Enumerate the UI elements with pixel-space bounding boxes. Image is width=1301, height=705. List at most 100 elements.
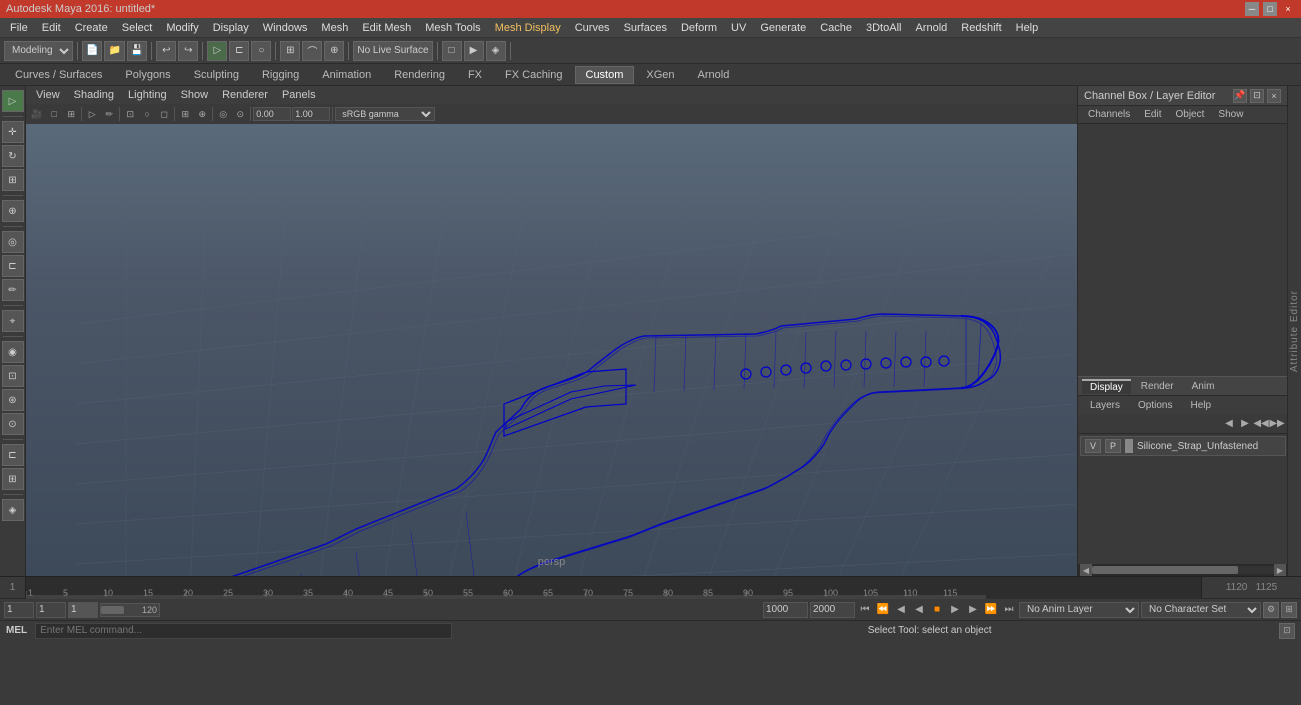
cb-tab-object[interactable]: Object xyxy=(1170,108,1211,121)
current-frame-display[interactable] xyxy=(68,602,98,618)
tab-arnold[interactable]: Arnold xyxy=(687,66,741,84)
tab-animation[interactable]: Animation xyxy=(311,66,382,84)
vp-xray-btn[interactable]: ◎ xyxy=(215,106,231,122)
menu-create[interactable]: Create xyxy=(69,21,114,35)
menu-display[interactable]: Display xyxy=(207,21,255,35)
layer-tab-options[interactable]: Options xyxy=(1130,399,1180,412)
camera-tools-btn[interactable]: ◉ xyxy=(2,341,24,363)
vp-menu-renderer[interactable]: Renderer xyxy=(216,88,274,102)
cb-close-btn[interactable]: × xyxy=(1267,89,1281,103)
command-input[interactable] xyxy=(35,623,452,639)
auto-key-btn[interactable]: ⚙ xyxy=(1263,602,1279,618)
disp-tab-render[interactable]: Render xyxy=(1133,380,1182,393)
layer-prev-btn[interactable]: ◀ xyxy=(1222,417,1236,431)
move-tool-btn[interactable]: ✛ xyxy=(2,121,24,143)
layer-next-btn[interactable]: ▶ xyxy=(1238,417,1252,431)
render-region-btn[interactable]: □ xyxy=(442,41,462,61)
constraint-btn[interactable]: ⊞ xyxy=(2,468,24,490)
start-frame-input[interactable] xyxy=(4,602,34,618)
vp-paint-btn[interactable]: ✏ xyxy=(101,106,117,122)
menu-edit[interactable]: Edit xyxy=(36,21,67,35)
vp-menu-panels[interactable]: Panels xyxy=(276,88,322,102)
tab-fx[interactable]: FX xyxy=(457,66,493,84)
vp-menu-view[interactable]: View xyxy=(30,88,66,102)
scroll-left-btn[interactable]: ◀ xyxy=(1080,564,1092,576)
workspace-selector[interactable]: Modeling xyxy=(4,41,73,61)
tab-curves-surfaces[interactable]: Curves / Surfaces xyxy=(4,66,113,84)
vp-menu-lighting[interactable]: Lighting xyxy=(122,88,173,102)
layer-remove-btn[interactable]: ▶▶ xyxy=(1270,417,1284,431)
tab-sculpting[interactable]: Sculpting xyxy=(183,66,250,84)
vp-smooth-btn[interactable]: ○ xyxy=(139,106,155,122)
lasso-btn[interactable]: ⊏ xyxy=(229,41,249,61)
viewport-area[interactable]: View Shading Lighting Show Renderer Pane… xyxy=(26,86,1077,576)
layer-tab-layers[interactable]: Layers xyxy=(1082,399,1128,412)
scroll-thumb[interactable] xyxy=(1092,566,1238,574)
vp-resolution-btn[interactable]: ⊞ xyxy=(63,106,79,122)
close-button[interactable]: × xyxy=(1281,2,1295,16)
maximize-button[interactable]: □ xyxy=(1263,2,1277,16)
frame-input-1[interactable] xyxy=(253,107,291,121)
tab-fx-caching[interactable]: FX Caching xyxy=(494,66,573,84)
end-value-input[interactable] xyxy=(810,602,855,618)
vp-wireframe-btn[interactable]: ⊡ xyxy=(122,106,138,122)
menu-deform[interactable]: Deform xyxy=(675,21,723,35)
menu-select[interactable]: Select xyxy=(116,21,159,35)
tab-rendering[interactable]: Rendering xyxy=(383,66,456,84)
tab-polygons[interactable]: Polygons xyxy=(114,66,181,84)
dolly-btn[interactable]: ⊛ xyxy=(2,389,24,411)
render-preview-btn[interactable]: ◈ xyxy=(2,499,24,521)
step-back-btn[interactable]: ⏪ xyxy=(875,602,891,618)
menu-mesh-display[interactable]: Mesh Display xyxy=(489,21,567,35)
viewport-canvas[interactable]: X Y Z persp xyxy=(26,124,1077,576)
open-file-btn[interactable]: 📁 xyxy=(104,41,124,61)
prev-key-btn[interactable]: ◀ xyxy=(893,602,909,618)
play-back-btn[interactable]: ◀ xyxy=(911,602,927,618)
menu-help[interactable]: Help xyxy=(1010,21,1045,35)
track-btn[interactable]: ⊡ xyxy=(2,365,24,387)
redo-btn[interactable]: ↪ xyxy=(178,41,198,61)
tab-xgen[interactable]: XGen xyxy=(635,66,685,84)
layer-tab-help[interactable]: Help xyxy=(1182,399,1219,412)
menu-mesh[interactable]: Mesh xyxy=(315,21,354,35)
vp-heads-btn[interactable]: ⊕ xyxy=(194,106,210,122)
tab-rigging[interactable]: Rigging xyxy=(251,66,310,84)
vp-menu-shading[interactable]: Shading xyxy=(68,88,120,102)
menu-edit-mesh[interactable]: Edit Mesh xyxy=(356,21,417,35)
layer-item-silicone[interactable]: V P Silicone_Strap_Unfastened xyxy=(1080,436,1286,456)
save-file-btn[interactable]: 💾 xyxy=(127,41,147,61)
cb-pin-btn[interactable]: 📌 xyxy=(1233,89,1247,103)
cb-float-btn[interactable]: ⊡ xyxy=(1250,89,1264,103)
skip-to-start-btn[interactable]: ⏮ xyxy=(857,602,873,618)
character-set-select[interactable]: No Character Set xyxy=(1141,602,1261,618)
frame-input-2[interactable] xyxy=(292,107,330,121)
disp-tab-display[interactable]: Display xyxy=(1082,379,1131,394)
layer-visibility-btn[interactable]: V xyxy=(1085,439,1101,453)
vp-grid-btn[interactable]: ⊞ xyxy=(177,106,193,122)
playback-range-bar[interactable]: 120 xyxy=(100,603,160,617)
rotate-tool-btn[interactable]: ↻ xyxy=(2,145,24,167)
vp-bounding-btn[interactable]: ◻ xyxy=(156,106,172,122)
cb-tab-channels[interactable]: Channels xyxy=(1082,108,1136,121)
menu-modify[interactable]: Modify xyxy=(160,21,204,35)
menu-windows[interactable]: Windows xyxy=(257,21,314,35)
layer-add-btn[interactable]: ◀◀ xyxy=(1254,417,1268,431)
ipr-btn[interactable]: ◈ xyxy=(486,41,506,61)
menu-file[interactable]: File xyxy=(4,21,34,35)
arrow-select-btn[interactable]: ▷ xyxy=(2,90,24,112)
cb-tab-edit[interactable]: Edit xyxy=(1138,108,1167,121)
menu-surfaces[interactable]: Surfaces xyxy=(618,21,673,35)
menu-curves[interactable]: Curves xyxy=(569,21,616,35)
vp-isolate-btn[interactable]: ⊙ xyxy=(232,106,248,122)
scale-tool-btn[interactable]: ⊞ xyxy=(2,169,24,191)
select-tool-btn[interactable]: ▷ xyxy=(207,41,227,61)
paint-select-btn[interactable]: ✏ xyxy=(2,279,24,301)
snap-grid-btn[interactable]: ⊞ xyxy=(280,41,300,61)
stop-btn[interactable]: ■ xyxy=(929,602,945,618)
vp-select-btn[interactable]: ▷ xyxy=(84,106,100,122)
current-frame-step[interactable] xyxy=(36,602,66,618)
play-fwd-btn[interactable]: ▶ xyxy=(947,602,963,618)
next-key-btn[interactable]: ▶ xyxy=(965,602,981,618)
minimize-button[interactable]: ─ xyxy=(1245,2,1259,16)
menu-generate[interactable]: Generate xyxy=(754,21,812,35)
